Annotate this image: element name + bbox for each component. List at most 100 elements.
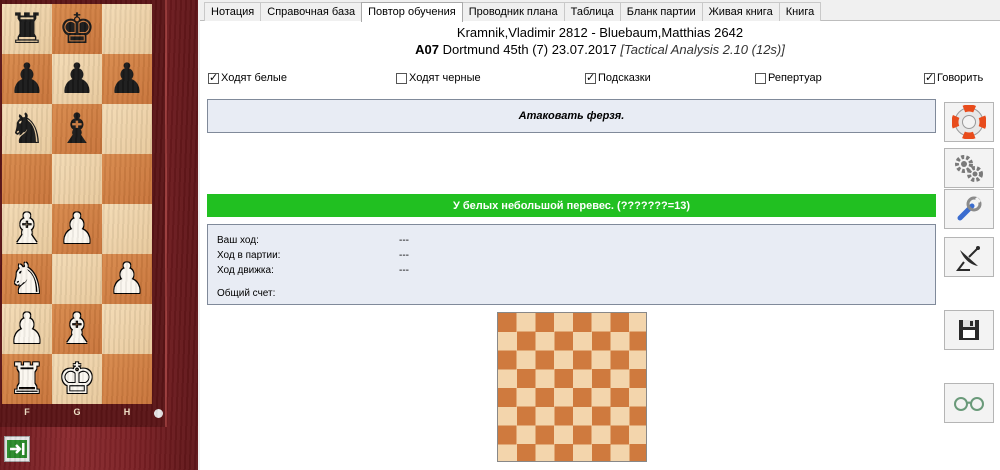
satellite-icon [956, 246, 980, 271]
chess-board[interactable]: ♜ ♚ ♟ ♟ ♟ ♞ ♝ ♝ ♟ ♞ ♟ ♟ ♝ ♜ ♚ [2, 4, 152, 405]
event-info: Dortmund 45th (7) 23.07.2017 [438, 42, 621, 57]
tab-scoresheet[interactable]: Бланк партии [619, 2, 703, 21]
board-square[interactable]: ♜ [2, 354, 52, 404]
black-player-elo: 2642 [714, 25, 744, 40]
tab-live-book[interactable]: Живая книга [701, 2, 780, 21]
board-square[interactable]: ♟ [52, 204, 102, 254]
file-label-f: F [24, 407, 30, 417]
lifebuoy-button[interactable] [944, 102, 994, 142]
black-king-icon[interactable]: ♚ [58, 8, 96, 50]
board-square[interactable]: ♟ [102, 254, 152, 304]
board-square[interactable] [102, 104, 152, 154]
board-square[interactable]: ♚ [52, 354, 102, 404]
network-button[interactable] [944, 237, 994, 277]
white-knight-icon[interactable]: ♞ [8, 258, 46, 300]
lifebuoy-icon [952, 105, 986, 139]
tab-table[interactable]: Таблица [563, 2, 621, 21]
board-square[interactable]: ♟ [102, 54, 152, 104]
board-square[interactable] [102, 4, 152, 54]
players-line: Kramnik,Vladimir 2812 - Bluebaum,Matthia… [200, 24, 1000, 41]
board-square[interactable]: ♚ [52, 4, 102, 54]
option-speak[interactable]: Говорить [924, 71, 984, 84]
tab-plan-explorer[interactable]: Проводник плана [461, 2, 565, 21]
view-button[interactable] [944, 383, 994, 423]
board-square[interactable]: ♜ [2, 4, 52, 54]
black-moves-label: Ходят черные [409, 72, 481, 84]
options-row: Ходят белые Ходят черные Подсказки Репер… [208, 71, 988, 88]
black-bishop-icon[interactable]: ♝ [58, 108, 96, 150]
speak-label: Говорить [937, 72, 984, 84]
board-square[interactable]: ♝ [2, 204, 52, 254]
black-pawn-icon[interactable]: ♟ [108, 58, 146, 100]
repertoire-checkbox[interactable] [755, 72, 766, 84]
file-label-h: H [123, 407, 131, 417]
board-square[interactable]: ♟ [2, 54, 52, 104]
option-black-moves[interactable]: Ходят черные [396, 72, 481, 84]
tab-bar: Нотация Справочная база Повтор обучения … [200, 0, 1000, 22]
white-player-name: Kramnik,Vladimir [456, 25, 556, 40]
eco-code: A07 [415, 42, 439, 57]
players-separator: - [587, 25, 600, 40]
board-square[interactable]: ♟ [52, 54, 102, 104]
board-square[interactable] [52, 254, 102, 304]
board-square[interactable]: ♝ [52, 104, 102, 154]
game-header: Kramnik,Vladimir 2812 - Bluebaum,Matthia… [200, 24, 1000, 58]
evaluation-bar: У белых небольшой перевес. (???????=13) [207, 194, 936, 217]
board-square[interactable] [102, 204, 152, 254]
tab-notation[interactable]: Нотация [204, 2, 262, 21]
engine-settings-button[interactable] [944, 148, 994, 188]
tab-reference-base[interactable]: Справочная база [260, 2, 363, 21]
option-hints[interactable]: Подсказки [585, 71, 651, 84]
board-square[interactable]: ♞ [2, 104, 52, 154]
speak-checkbox[interactable] [924, 71, 935, 84]
glasses-icon [954, 397, 984, 411]
black-pawn-icon[interactable]: ♟ [58, 58, 96, 100]
engine-move-label: Ход движка: [217, 265, 274, 276]
side-to-move-indicator [154, 409, 163, 418]
mini-board [497, 312, 647, 462]
black-knight-icon[interactable]: ♞ [8, 108, 46, 150]
engine-move-value: --- [399, 265, 409, 276]
board-frame: ♜ ♚ ♟ ♟ ♟ ♞ ♝ ♝ ♟ ♞ ♟ ♟ ♝ ♜ ♚ F G H [0, 0, 198, 470]
game-move-value: --- [399, 250, 409, 261]
option-repertoire[interactable]: Репертуар [755, 72, 822, 84]
save-icon [959, 320, 979, 340]
white-pawn-icon[interactable]: ♟ [108, 258, 146, 300]
your-move-label: Ваш ход: [217, 235, 259, 246]
white-moves-label: Ходят белые [221, 72, 287, 84]
analysis-info: [Tactical Analysis 2.10 (12s)] [620, 42, 785, 57]
board-square[interactable] [2, 154, 52, 204]
white-pawn-icon[interactable]: ♟ [58, 208, 96, 250]
save-button[interactable] [944, 310, 994, 350]
white-rook-icon[interactable]: ♜ [8, 358, 46, 400]
board-square[interactable]: ♝ [52, 304, 102, 354]
white-pawn-icon[interactable]: ♟ [8, 308, 46, 350]
tools-button[interactable] [944, 189, 994, 229]
exit-arrow-icon [7, 440, 27, 458]
hints-label: Подсказки [598, 72, 651, 84]
board-square[interactable]: ♞ [2, 254, 52, 304]
white-bishop-icon[interactable]: ♝ [8, 208, 46, 250]
total-score-label: Общий счет: [217, 288, 276, 299]
board-file-labels: F G H [2, 405, 167, 419]
tab-training-replay[interactable]: Повтор обучения [361, 2, 463, 22]
option-white-moves[interactable]: Ходят белые [208, 71, 287, 84]
white-king-icon[interactable]: ♚ [58, 358, 96, 400]
board-square[interactable] [52, 154, 102, 204]
white-moves-checkbox[interactable] [208, 71, 219, 84]
event-line: A07 Dortmund 45th (7) 23.07.2017 [Tactic… [200, 41, 1000, 58]
white-bishop-icon[interactable]: ♝ [58, 308, 96, 350]
game-move-label: Ход в партии: [217, 250, 281, 261]
black-rook-icon[interactable]: ♜ [8, 8, 46, 50]
board-square[interactable]: ♟ [2, 304, 52, 354]
hint-text: Атаковать ферзя. [518, 110, 625, 122]
hints-checkbox[interactable] [585, 71, 596, 84]
black-pawn-icon[interactable]: ♟ [8, 58, 46, 100]
repertoire-label: Репертуар [768, 72, 822, 84]
board-square[interactable] [102, 304, 152, 354]
tab-book[interactable]: Книга [778, 2, 822, 21]
exit-button[interactable] [4, 436, 30, 462]
board-square[interactable] [102, 354, 152, 404]
board-square[interactable] [102, 154, 152, 204]
black-moves-checkbox[interactable] [396, 72, 407, 84]
